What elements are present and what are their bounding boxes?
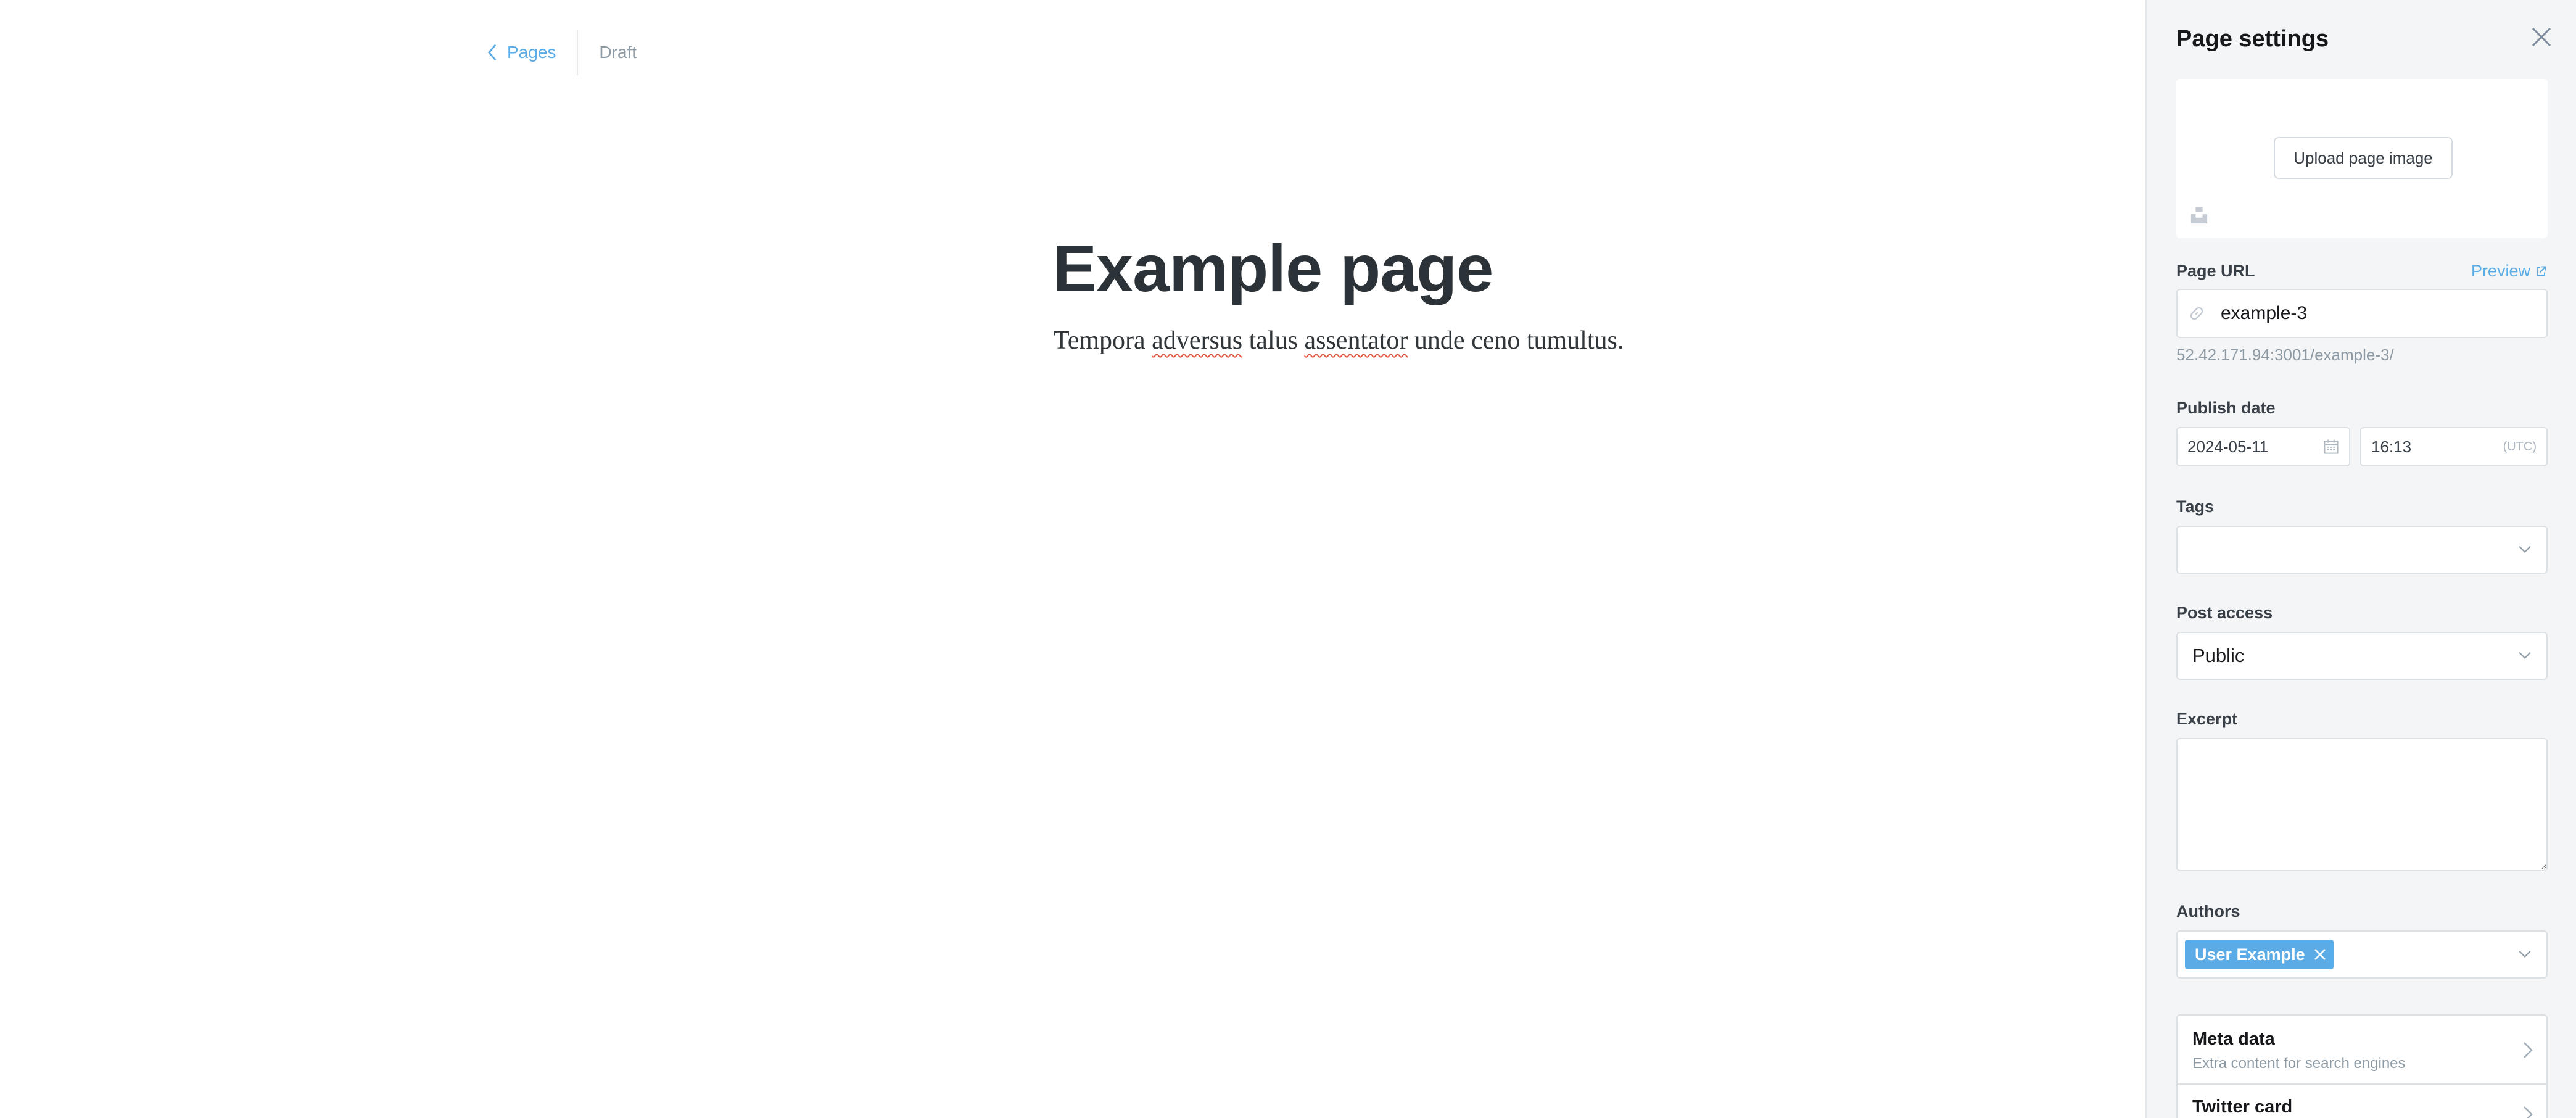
publish-date-input[interactable]	[2187, 437, 2305, 457]
chevron-down-icon	[2519, 652, 2531, 659]
post-title[interactable]: Example page	[1052, 230, 1493, 307]
publish-date-label: Publish date	[2176, 399, 2276, 417]
settings-panel: Page settings Upload page image Page URL…	[2145, 0, 2576, 1118]
twitter-card-title: Twitter card	[2192, 1097, 2293, 1117]
authors-label: Authors	[2176, 902, 2240, 921]
editor-canvas: Pages Draft Example page Tempora adversu…	[0, 0, 2145, 1118]
chevron-down-icon	[2519, 951, 2531, 958]
meta-data-subtitle: Extra content for search engines	[2192, 1055, 2406, 1072]
calendar-icon[interactable]	[2323, 439, 2339, 455]
post-access-select[interactable]: Public	[2176, 632, 2548, 680]
excerpt-field[interactable]	[2176, 738, 2548, 871]
editor-topnav: Pages Draft	[486, 30, 637, 75]
twitter-card-expander[interactable]: Twitter card	[2176, 1083, 2548, 1118]
tags-label: Tags	[2176, 497, 2215, 516]
tags-select[interactable]	[2176, 526, 2548, 574]
author-name: User Example	[2195, 945, 2305, 964]
meta-data-expander[interactable]: Meta data Extra content for search engin…	[2176, 1014, 2548, 1085]
post-access-value: Public	[2192, 645, 2245, 666]
unsplash-icon[interactable]	[2190, 206, 2208, 225]
chevron-right-icon	[2524, 1106, 2533, 1118]
post-access-label: Post access	[2176, 603, 2273, 622]
timezone-label: (UTC)	[2503, 439, 2537, 453]
page-url-field[interactable]	[2176, 289, 2548, 338]
post-status: Draft	[599, 43, 637, 62]
body-text: unde ceno tumultus.	[1408, 326, 1624, 355]
back-to-pages-link[interactable]: Pages	[486, 30, 577, 75]
chevron-down-icon	[2519, 546, 2531, 553]
page-url-label: Page URL	[2176, 262, 2255, 280]
chevron-right-icon	[2524, 1042, 2533, 1058]
close-icon	[2532, 27, 2551, 47]
authors-select[interactable]: User Example	[2176, 930, 2548, 979]
meta-data-title: Meta data	[2192, 1029, 2275, 1049]
page-image-area: Upload page image	[2176, 79, 2548, 238]
body-text: talus	[1242, 326, 1305, 355]
back-link-label: Pages	[507, 43, 556, 62]
misspelled-word: assentator	[1304, 326, 1408, 355]
preview-link[interactable]: Preview	[2471, 262, 2546, 281]
panel-title: Page settings	[2176, 26, 2329, 52]
close-button[interactable]	[2529, 25, 2554, 49]
publish-time-input[interactable]	[2371, 437, 2488, 457]
page-url-hint: 52.42.171.94:3001/example-3/	[2176, 346, 2394, 364]
page-url-input[interactable]	[2221, 303, 2529, 324]
external-link-icon	[2536, 265, 2546, 276]
publish-time-field[interactable]: (UTC)	[2360, 427, 2548, 466]
link-icon	[2190, 307, 2203, 320]
body-text: Tempora	[1054, 326, 1152, 355]
chevron-left-icon	[487, 44, 497, 61]
upload-image-button[interactable]: Upload page image	[2274, 137, 2453, 179]
excerpt-label: Excerpt	[2176, 710, 2238, 728]
preview-label: Preview	[2471, 262, 2530, 280]
remove-icon[interactable]	[2314, 948, 2326, 961]
publish-date-field[interactable]	[2176, 427, 2350, 466]
author-tag[interactable]: User Example	[2185, 940, 2334, 969]
post-body[interactable]: Tempora adversus talus assentator unde c…	[1054, 326, 1624, 355]
misspelled-word: adversus	[1152, 326, 1243, 355]
